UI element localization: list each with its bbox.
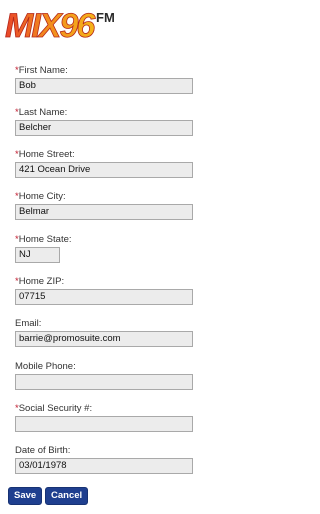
last-name-label: *Last Name: [15, 107, 68, 118]
home-zip-field: *Home ZIP: 07715 [15, 276, 193, 305]
mix96-logo: MIX96 FM [3, 5, 133, 43]
social-security-label: *Social Security #: [15, 403, 93, 414]
last-name-input[interactable]: Belcher [15, 120, 193, 136]
home-state-field: *Home State: NJ [15, 234, 72, 263]
email-input[interactable]: barrie@promosuite.com [15, 331, 193, 347]
first-name-input[interactable]: Bob [15, 78, 193, 94]
home-zip-input[interactable]: 07715 [15, 289, 193, 305]
logo-superscript: FM [96, 10, 115, 25]
home-zip-label: *Home ZIP: [15, 276, 65, 287]
cancel-button[interactable]: Cancel [45, 487, 89, 505]
home-state-select[interactable]: NJ [15, 247, 60, 263]
logo-text: MIX96 [5, 7, 96, 43]
home-city-input[interactable]: Belmar [15, 204, 193, 220]
home-city-field: *Home City: Belmar [15, 191, 193, 220]
save-button[interactable]: Save [8, 487, 43, 505]
email-label: Email: [15, 318, 42, 329]
social-security-input[interactable] [15, 416, 193, 432]
first-name-label: *First Name: [15, 65, 68, 76]
home-street-label: *Home Street: [15, 149, 75, 160]
home-city-label: *Home City: [15, 191, 66, 202]
email-field: Email: barrie@promosuite.com [15, 318, 193, 347]
social-security-field: *Social Security #: [15, 403, 193, 432]
mobile-phone-field: Mobile Phone: [15, 361, 193, 390]
date-of-birth-field: Date of Birth: 03/01/1978 [15, 445, 193, 474]
date-of-birth-input[interactable]: 03/01/1978 [15, 458, 193, 474]
home-state-label: *Home State: [15, 234, 72, 245]
home-street-input[interactable]: 421 Ocean Drive [15, 162, 193, 178]
mobile-phone-input[interactable] [15, 374, 193, 390]
first-name-field: *First Name: Bob [15, 65, 193, 94]
mobile-phone-label: Mobile Phone: [15, 361, 76, 372]
home-street-field: *Home Street: 421 Ocean Drive [15, 149, 193, 178]
last-name-field: *Last Name: Belcher [15, 107, 193, 136]
date-of-birth-label: Date of Birth: [15, 445, 71, 456]
